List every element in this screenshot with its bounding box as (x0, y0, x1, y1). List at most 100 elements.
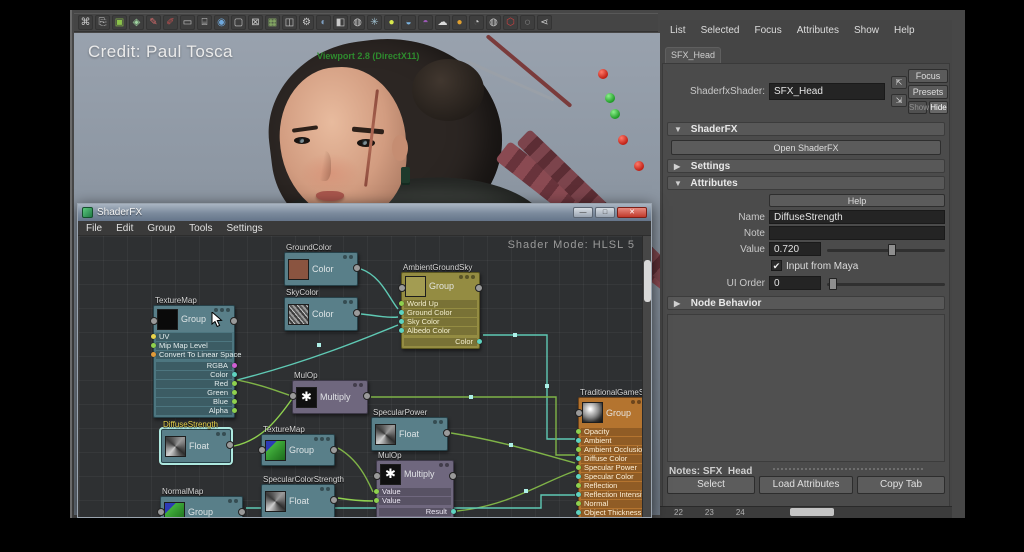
group-thumbnail[interactable] (405, 276, 426, 297)
shaderfx-titlebar[interactable]: ShaderFX — □ ✕ (78, 204, 651, 221)
toolbar-icon[interactable]: ◐ (316, 15, 331, 30)
toolbar-icon[interactable]: ◍ (350, 15, 365, 30)
ui-order-slider-handle[interactable] (829, 278, 837, 290)
texture-thumbnail[interactable] (157, 309, 178, 330)
select-button[interactable]: Select (667, 476, 755, 494)
menu-item[interactable]: File (86, 223, 102, 234)
panel-drag-handle[interactable] (773, 468, 923, 470)
toolbar-icon[interactable]: ● (384, 15, 399, 30)
value-slider[interactable] (827, 249, 945, 252)
menu-item[interactable]: Selected (701, 25, 740, 36)
toolbar-icon[interactable]: ⌸ (197, 15, 212, 30)
toolbar-icon[interactable]: ◌ (520, 15, 535, 30)
menu-item[interactable]: Edit (116, 223, 133, 234)
input-from-maya-checkbox[interactable]: ✔ (771, 260, 782, 271)
node-output-port[interactable]: Color (404, 338, 477, 346)
node-specularcolorstrength[interactable]: SpecularColorStrength Float (261, 484, 335, 517)
node-output-port[interactable]: Blue (156, 398, 232, 406)
node-input-port[interactable]: Albedo Color (404, 327, 477, 335)
ui-order-slider[interactable] (827, 283, 945, 286)
node-input-port[interactable]: Sky Color (404, 318, 477, 326)
value-slider-handle[interactable] (888, 244, 896, 256)
section-settings[interactable]: ▶ Settings (667, 159, 945, 173)
node-input-port[interactable]: Ambient (581, 437, 649, 445)
name-field[interactable]: DiffuseStrength (769, 210, 945, 224)
multiply-icon[interactable]: ✱ (380, 464, 401, 485)
section-node-behavior[interactable]: ▶ Node Behavior (667, 296, 945, 310)
load-attributes-button[interactable]: Load Attributes (759, 476, 853, 494)
menu-item[interactable]: Settings (227, 223, 263, 234)
toolbar-icon[interactable]: ◍ (486, 15, 501, 30)
focus-button[interactable]: Focus (908, 69, 948, 83)
menu-item[interactable]: List (670, 25, 686, 36)
multiply-icon[interactable]: ✱ (296, 387, 317, 408)
node-input-port[interactable]: Value (379, 488, 451, 496)
node-input-port[interactable]: Specular Color (581, 473, 649, 481)
copy-tab-button[interactable]: Copy Tab (857, 476, 945, 494)
float-thumbnail[interactable] (375, 424, 396, 445)
node-normalmap[interactable]: NormalMap Group (160, 496, 243, 517)
timeline-range-handle[interactable] (790, 508, 834, 516)
ui-order-field[interactable]: 0 (769, 276, 821, 290)
toolbar-icon[interactable]: ◔ (469, 15, 484, 30)
node-output-port[interactable]: Alpha (156, 407, 232, 415)
node-input-port[interactable]: Mip Map Level (156, 342, 232, 350)
connect-output-icon[interactable]: ⇲ (891, 94, 907, 107)
toolbar-icon[interactable]: ◧ (333, 15, 348, 30)
toolbar-icon[interactable]: ✎ (146, 15, 161, 30)
node-groundcolor[interactable]: GroundColor Color (284, 252, 358, 286)
node-input-port[interactable]: Ground Color (404, 309, 477, 317)
show-button[interactable]: Show (908, 101, 927, 114)
help-button[interactable]: Help (769, 194, 945, 207)
toolbar-icon[interactable]: ◫ (282, 15, 297, 30)
node-input-port[interactable]: Object Thickness (581, 509, 649, 517)
node-input-port[interactable]: Ambient Occlusion (581, 446, 649, 454)
toolbar-icon[interactable]: ◈ (129, 15, 144, 30)
menu-item[interactable]: Show (854, 25, 879, 36)
node-output-port[interactable]: Red (156, 380, 232, 388)
toolbar-icon[interactable]: ⊠ (248, 15, 263, 30)
node-input-port[interactable]: Normal (581, 500, 649, 508)
toolbar-icon[interactable]: ◓ (418, 15, 433, 30)
open-shaderfx-button[interactable]: Open ShaderFX (671, 140, 941, 155)
maximize-button[interactable]: □ (595, 207, 615, 218)
node-ambientgroundsky[interactable]: AmbientGroundSky Group World UpGround Co… (401, 272, 480, 349)
toolbar-icon[interactable]: ⬡ (503, 15, 518, 30)
toolbar-icon[interactable]: ✳ (367, 15, 382, 30)
float-thumbnail[interactable] (265, 491, 286, 512)
toolbar-icon[interactable]: ✐ (163, 15, 178, 30)
texture-thumbnail[interactable] (288, 304, 309, 325)
toolbar-icon[interactable]: ⋖ (537, 15, 552, 30)
section-attributes[interactable]: ▼ Attributes (667, 176, 945, 190)
node-mulop[interactable]: MulOp ✱ Multiply (292, 380, 368, 414)
node-input-port[interactable]: Convert To Linear Space (156, 351, 232, 359)
menu-item[interactable]: Attributes (797, 25, 839, 36)
toolbar-icon[interactable]: ⚙ (299, 15, 314, 30)
node-output-port[interactable]: Green (156, 389, 232, 397)
toolbar-icon[interactable]: ⌘ (78, 15, 93, 30)
connect-input-icon[interactable]: ⇱ (891, 76, 907, 89)
toolbar-icon[interactable]: ▦ (265, 15, 280, 30)
toolbar-icon[interactable]: ▣ (112, 15, 127, 30)
node-input-port[interactable]: Opacity (581, 428, 649, 436)
hide-button[interactable]: Hide (929, 101, 948, 114)
menu-item[interactable]: Focus (754, 25, 781, 36)
node-graph-canvas[interactable]: Shader Mode: HLSL 5 TextureMap Group UVM… (79, 236, 651, 517)
node-input-port[interactable]: UV (156, 333, 232, 341)
toolbar-icon[interactable]: ⎘ (95, 15, 110, 30)
toolbar-icon[interactable]: ◉ (214, 15, 229, 30)
node-specularpower[interactable]: SpecularPower Float (371, 417, 448, 451)
node-input-port[interactable]: Diffuse Color (581, 455, 649, 463)
tab-sfx-head[interactable]: SFX_Head (665, 47, 721, 63)
node-input-port[interactable]: Specular Power (581, 464, 649, 472)
node-input-port[interactable]: World Up (404, 300, 477, 308)
close-button[interactable]: ✕ (617, 207, 647, 218)
note-field[interactable] (769, 226, 945, 240)
node-output-port[interactable]: RGBA (156, 362, 232, 370)
node-diffusestrength[interactable]: DiffuseStrength Float (161, 429, 231, 463)
canvas-vertical-scrollbar[interactable] (642, 236, 651, 517)
node-skycolor[interactable]: SkyColor Color (284, 297, 358, 331)
node-texturemap[interactable]: TextureMap Group (261, 434, 335, 466)
scrollbar-thumb[interactable] (644, 260, 651, 302)
node-traditionalgamesurface[interactable]: TraditionalGameSurface Group OpacityAmbi… (578, 397, 651, 517)
